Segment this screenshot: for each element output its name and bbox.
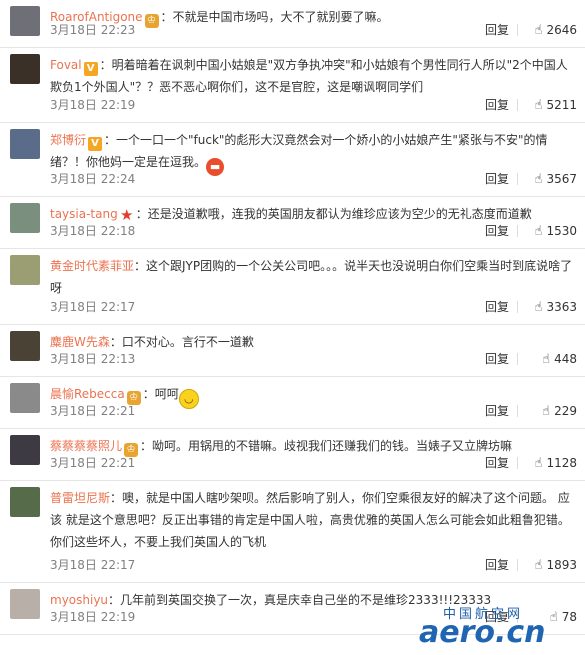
comment-meta: 3月18日 22:21 回复 ☝ 1128 (50, 450, 577, 476)
comment-date: 3月18日 22:24 (50, 172, 136, 186)
like-count: 1128 (546, 456, 577, 470)
comment-username-link[interactable]: 郑博衍 (50, 133, 86, 147)
reply-button[interactable]: 回复 (485, 398, 509, 424)
reply-button[interactable]: 回复 (485, 166, 509, 192)
reply-button[interactable]: 回复 (485, 218, 509, 244)
like-button[interactable]: ☝ 1530 (517, 218, 577, 245)
user-avatar[interactable] (10, 331, 40, 361)
comment-date: 3月18日 22:18 (50, 224, 136, 238)
like-count: 3567 (546, 172, 577, 186)
comment-item: 晨愉Rebecca ♔ ：呵呵 ◡ 3月18日 22:21 回复 ☝ 229 (0, 377, 585, 429)
reply-button[interactable]: 回复 (485, 17, 509, 43)
comment-date: 3月18日 22:17 (50, 558, 136, 572)
comment-body: ：一个一口一个"fuck"的彪形大汉竟然会对一个娇小的小姑娘产生"紧张与不安"的… (50, 133, 548, 169)
user-avatar[interactable] (10, 6, 40, 36)
comment-body: ：明着暗着在讽刺中国小姑娘是"双方争执冲突"和小姑娘有个男性同行人所以"2个中国… (50, 58, 568, 94)
like-count: 2646 (546, 23, 577, 37)
user-avatar[interactable] (10, 435, 40, 465)
thumbs-up-icon: ☝ (534, 172, 543, 187)
comment-date: 3月18日 22:21 (50, 404, 136, 418)
comment-item: 普雷坦尼斯：噢，就是中国人瞎吵架呗。然后影响了别人，你们空乘很友好的解决了这个问… (0, 481, 585, 583)
comment-text: 黄金时代素菲亚：这个跟JYP团购的一个公关公司吧。。。说半天也没说明白你们空乘当… (50, 255, 573, 299)
user-avatar[interactable] (10, 129, 40, 159)
like-button[interactable]: ☝ 5211 (517, 92, 577, 119)
comment-meta: 3月18日 22:18 回复 ☝ 1530 (50, 218, 577, 244)
comment-date: 3月18日 22:13 (50, 352, 136, 366)
like-count: 3363 (546, 300, 577, 314)
thumbs-up-icon: ☝ (542, 352, 551, 367)
reply-button[interactable]: 回复 (485, 294, 509, 320)
comment-meta: 3月18日 22:17 回复 ☝ 3363 (50, 294, 577, 320)
user-avatar[interactable] (10, 589, 40, 619)
comment-date: 3月18日 22:19 (50, 610, 136, 624)
like-count: 229 (554, 404, 577, 418)
like-count: 1893 (546, 558, 577, 572)
like-button[interactable]: ☝ 1893 (517, 552, 577, 579)
thumbs-up-icon: ☝ (534, 300, 543, 315)
thumbs-up-icon: ☝ (534, 224, 543, 239)
comment-item: 黄金时代素菲亚：这个跟JYP团购的一个公关公司吧。。。说半天也没说明白你们空乘当… (0, 249, 585, 325)
comment-meta: 3月18日 22:17 回复 ☝ 1893 (50, 552, 577, 578)
comment-date: 3月18日 22:17 (50, 300, 136, 314)
thumbs-up-icon: ☝ (542, 404, 551, 419)
like-count: 1530 (546, 224, 577, 238)
comment-meta: 3月18日 22:21 回复 ☝ 229 (50, 398, 577, 424)
user-avatar[interactable] (10, 54, 40, 84)
comment-item: 郑博衍 V ：一个一口一个"fuck"的彪形大汉竟然会对一个娇小的小姑娘产生"紧张与… (0, 123, 585, 197)
thumbs-up-icon: ☝ (534, 456, 543, 471)
like-button[interactable]: ☝ 3567 (517, 166, 577, 193)
comment-meta: 3月18日 22:23 回复 ☝ 2646 (50, 17, 577, 43)
comment-meta: 3月18日 22:24 回复 ☝ 3567 (50, 166, 577, 192)
like-button[interactable]: ☝ 2646 (517, 17, 577, 44)
comment-list: RoarofAntigone ♔ ：不就是中国市场吗，大不了就别要了嘛。 3月18日 … (0, 0, 585, 635)
like-button[interactable]: ☝ 3363 (517, 294, 577, 321)
comment-username-link[interactable]: 黄金时代素菲亚 (50, 259, 134, 273)
like-button[interactable]: ☝ 1128 (517, 450, 577, 477)
thumbs-up-icon: ☝ (534, 23, 543, 38)
comment-date: 3月18日 22:19 (50, 98, 136, 112)
reply-button[interactable]: 回复 (485, 450, 509, 476)
reply-button[interactable]: 回复 (485, 92, 509, 118)
comment-date: 3月18日 22:23 (50, 23, 136, 37)
comment-item: 蔡蔡蔡蔡照儿 ♔ ：呦呵。用锅甩的不错嘛。歧视我们还赚我们的钱。当婊子又立牌坊嘛 3月… (0, 429, 585, 481)
user-avatar[interactable] (10, 203, 40, 233)
comment-date: 3月18日 22:21 (50, 456, 136, 470)
like-count: 5211 (546, 98, 577, 112)
comment-item: Foval V ：明着暗着在讽刺中国小姑娘是"双方争执冲突"和小姑娘有个男性同行人所… (0, 48, 585, 123)
user-avatar[interactable] (10, 255, 40, 285)
comment-meta: 3月18日 22:13 回复 ☝ 448 (50, 346, 577, 372)
reply-button[interactable]: 回复 (485, 346, 509, 372)
verified-v-icon: V (88, 137, 103, 151)
reply-button[interactable]: 回复 (485, 552, 509, 578)
comment-item: RoarofAntigone ♔ ：不就是中国市场吗，大不了就别要了嘛。 3月18日 … (0, 0, 585, 48)
like-button[interactable]: ☝ 448 (517, 346, 577, 373)
comment-text: 普雷坦尼斯：噢，就是中国人瞎吵架呗。然后影响了别人，你们空乘很友好的解决了这个问… (50, 487, 573, 553)
aero-cn-watermark: 中国航空网 aero.cn (419, 601, 579, 653)
thumbs-up-icon: ☝ (534, 98, 543, 113)
comment-item: 麋鹿W先森：口不对心。言行不一道歉 3月18日 22:13 回复 ☝ 448 (0, 325, 585, 377)
comment-username-link[interactable]: 普雷坦尼斯 (50, 491, 110, 505)
comment-body: ：噢，就是中国人瞎吵架呗。然后影响了别人，你们空乘很友好的解决了这个问题。 应该… (50, 491, 570, 549)
comment-meta: 3月18日 22:19 回复 ☝ 5211 (50, 92, 577, 118)
comment-item: taysia-tang ★ ：还是没道歉哦，连我的英国朋友都认为维珍应该为空少的无礼… (0, 197, 585, 249)
like-button[interactable]: ☝ 229 (517, 398, 577, 425)
watermark-english-text: aero.cn (419, 615, 546, 650)
user-avatar[interactable] (10, 383, 40, 413)
user-avatar[interactable] (10, 487, 40, 517)
comment-username-link[interactable]: Foval (50, 58, 82, 72)
like-count: 448 (554, 352, 577, 366)
verified-v-icon: V (83, 62, 98, 76)
thumbs-up-icon: ☝ (534, 558, 543, 573)
